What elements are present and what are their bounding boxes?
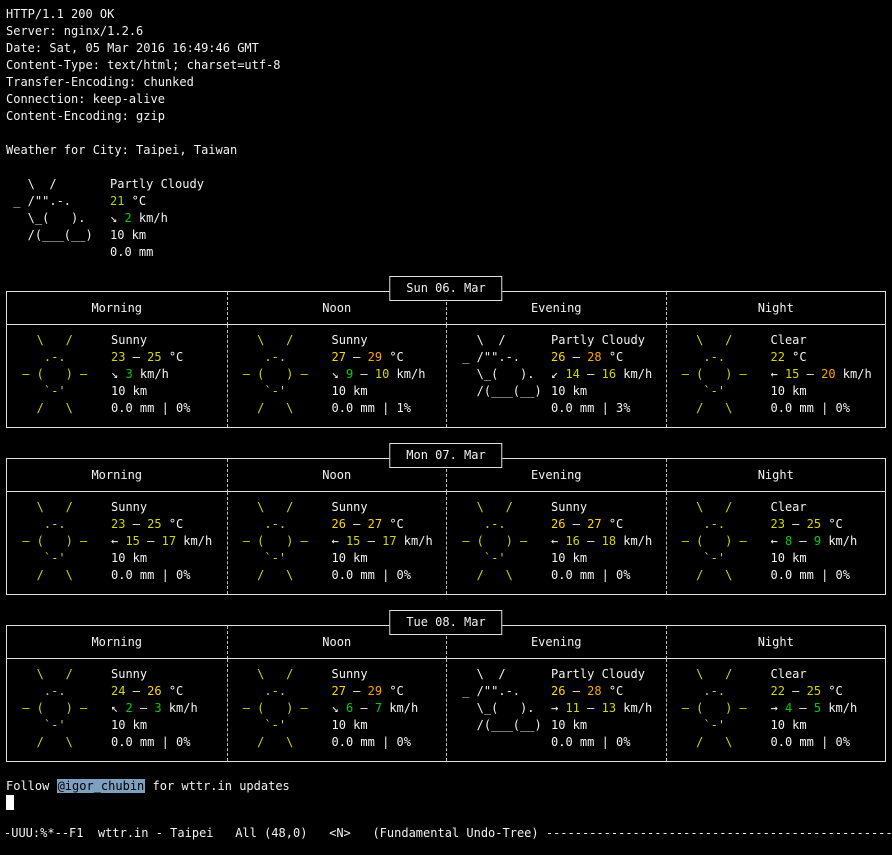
http-header-line: Date: Sat, 05 Mar 2016 16:49:46 GMT: [6, 40, 886, 57]
forecast-details: Sunny26 – 27 °C← 16 – 18 km/h10 km0.0 mm…: [551, 499, 652, 584]
period-header-night: Night: [666, 626, 886, 659]
sun-icon: \ / .-. ‒ ( ) ‒ `-' / \: [15, 666, 105, 751]
http-header-line: Transfer-Encoding: chunked: [6, 74, 886, 91]
current-conditions: \ / _ /"".-. \_( ). /(___(__)Partly Clou…: [6, 176, 886, 261]
forecast-cell: \ / .-. ‒ ( ) ‒ `-' / \Clear23 – 25 °C← …: [666, 492, 886, 594]
forecast-details: Sunny23 – 25 °C↘ 3 km/h10 km0.0 mm | 0%: [111, 332, 190, 417]
period-header-morning: Morning: [7, 626, 227, 659]
period-header-morning: Morning: [7, 459, 227, 492]
date-label: Sun 06. Mar: [389, 276, 502, 301]
forecast-details: Sunny27 – 29 °C↘ 6 – 7 km/h10 km0.0 mm |…: [332, 666, 419, 751]
forecast-cell: \ / .-. ‒ ( ) ‒ `-' / \Sunny23 – 25 °C← …: [7, 492, 227, 594]
cursor-line: [6, 795, 886, 813]
period-header-morning: Morning: [7, 292, 227, 325]
forecast-table: MorningNoonEveningNight \ / .-. ‒ ( ) ‒ …: [6, 458, 886, 595]
forecast-cell: \ / .-. ‒ ( ) ‒ `-' / \Sunny27 – 29 °C↘ …: [227, 325, 447, 427]
forecast-details: Sunny27 – 29 °C↘ 9 – 10 km/h10 km0.0 mm …: [332, 332, 426, 417]
forecast-days: Sun 06. MarMorningNoonEveningNight \ / .…: [6, 291, 886, 762]
footer-prefix: Follow: [6, 779, 57, 793]
forecast-cell: \ / .-. ‒ ( ) ‒ `-' / \Sunny24 – 26 °C↖ …: [7, 659, 227, 761]
day-forecast-mon-07-mar: Mon 07. MarMorningNoonEveningNight \ / .…: [6, 458, 886, 595]
day-forecast-tue-08-mar: Tue 08. MarMorningNoonEveningNight \ / .…: [6, 625, 886, 762]
forecast-cell: \ / .-. ‒ ( ) ‒ `-' / \Sunny26 – 27 °C← …: [446, 492, 666, 594]
clear-sky-icon: \ / .-. ‒ ( ) ‒ `-' / \: [675, 332, 765, 417]
sun-icon: \ / .-. ‒ ( ) ‒ `-' / \: [15, 499, 105, 584]
http-response-headers: HTTP/1.1 200 OKServer: nginx/1.2.6Date: …: [6, 6, 886, 125]
date-label: Mon 07. Mar: [389, 443, 502, 468]
http-header-line: Content-Encoding: gzip: [6, 108, 886, 125]
forecast-cell: \ / .-. ‒ ( ) ‒ `-' / \Sunny27 – 29 °C↘ …: [227, 659, 447, 761]
sun-icon: \ / .-. ‒ ( ) ‒ `-' / \: [15, 332, 105, 417]
forecast-details: Partly Cloudy26 – 28 °C→ 11 – 13 km/h10 …: [551, 666, 652, 751]
sun-icon: \ / .-. ‒ ( ) ‒ `-' / \: [455, 499, 545, 584]
terminal-screen: HTTP/1.1 200 OKServer: nginx/1.2.6Date: …: [0, 0, 892, 813]
forecast-details: Sunny26 – 27 °C← 15 – 17 km/h10 km0.0 mm…: [332, 499, 433, 584]
http-header-line: Connection: keep-alive: [6, 91, 886, 108]
twitter-handle-link[interactable]: @igor_chubin: [57, 779, 146, 793]
partly-cloudy-icon: \ / _ /"".-. \_( ). /(___(__): [455, 666, 545, 751]
blank-line: [6, 159, 886, 176]
current-weather-details: Partly Cloudy21 °C↘ 2 km/h10 km0.0 mm: [110, 176, 204, 261]
forecast-details: Clear22 – 25 °C→ 4 – 5 km/h10 km0.0 mm |…: [771, 666, 858, 751]
footer-line: Follow @igor_chubin for wttr.in updates: [6, 778, 886, 795]
sun-icon: \ / .-. ‒ ( ) ‒ `-' / \: [236, 332, 326, 417]
http-header-line: Content-Type: text/html; charset=utf-8: [6, 57, 886, 74]
forecast-details: Clear23 – 25 °C← 8 – 9 km/h10 km0.0 mm |…: [771, 499, 858, 584]
forecast-details: Sunny23 – 25 °C← 15 – 17 km/h10 km0.0 mm…: [111, 499, 212, 584]
day-forecast-sun-06-mar: Sun 06. MarMorningNoonEveningNight \ / .…: [6, 291, 886, 428]
forecast-details: Partly Cloudy26 – 28 °C↙ 14 – 16 km/h10 …: [551, 332, 652, 417]
period-header-night: Night: [666, 459, 886, 492]
clear-sky-icon: \ / .-. ‒ ( ) ‒ `-' / \: [675, 666, 765, 751]
forecast-cell: \ / _ /"".-. \_( ). /(___(__)Partly Clou…: [446, 659, 666, 761]
http-header-line: HTTP/1.1 200 OK: [6, 6, 886, 23]
forecast-details: Clear22 °C← 15 – 20 km/h10 km0.0 mm | 0%: [771, 332, 872, 417]
forecast-cell: \ / .-. ‒ ( ) ‒ `-' / \Clear22 °C← 15 – …: [666, 325, 886, 427]
partly-cloudy-icon: \ / _ /"".-. \_( ). /(___(__): [6, 176, 110, 261]
forecast-cell: \ / .-. ‒ ( ) ‒ `-' / \Sunny26 – 27 °C← …: [227, 492, 447, 594]
location-line: Weather for City: Taipei, Taiwan: [6, 142, 886, 159]
footer-suffix: for wttr.in updates: [145, 779, 290, 793]
partly-cloudy-icon: \ / _ /"".-. \_( ). /(___(__): [455, 332, 545, 417]
forecast-cell: \ / _ /"".-. \_( ). /(___(__)Partly Clou…: [446, 325, 666, 427]
sun-icon: \ / .-. ‒ ( ) ‒ `-' / \: [236, 499, 326, 584]
http-header-line: Server: nginx/1.2.6: [6, 23, 886, 40]
forecast-cell: \ / .-. ‒ ( ) ‒ `-' / \Clear22 – 25 °C→ …: [666, 659, 886, 761]
text-cursor: [6, 795, 14, 810]
sun-icon: \ / .-. ‒ ( ) ‒ `-' / \: [236, 666, 326, 751]
forecast-details: Sunny24 – 26 °C↖ 2 – 3 km/h10 km0.0 mm |…: [111, 666, 198, 751]
forecast-table: MorningNoonEveningNight \ / .-. ‒ ( ) ‒ …: [6, 625, 886, 762]
forecast-cell: \ / .-. ‒ ( ) ‒ `-' / \Sunny23 – 25 °C↘ …: [7, 325, 227, 427]
forecast-table: MorningNoonEveningNight \ / .-. ‒ ( ) ‒ …: [6, 291, 886, 428]
blank-line: [6, 125, 886, 142]
emacs-modeline: -UUU:%*--F1 wttr.in - Taipei All (48,0) …: [0, 825, 892, 842]
clear-sky-icon: \ / .-. ‒ ( ) ‒ `-' / \: [675, 499, 765, 584]
date-label: Tue 08. Mar: [389, 610, 502, 635]
period-header-night: Night: [666, 292, 886, 325]
